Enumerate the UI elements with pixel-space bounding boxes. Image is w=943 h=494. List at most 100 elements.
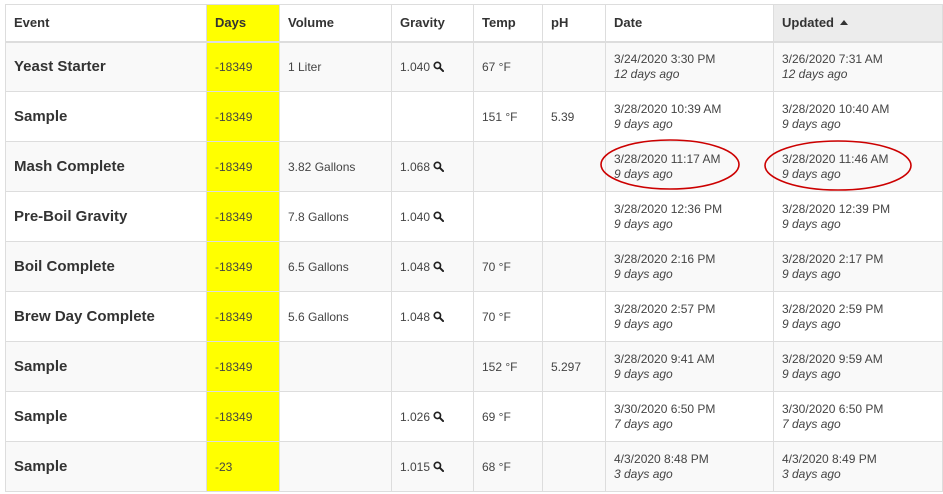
volume-value: 7.8 Gallons (288, 209, 349, 224)
gravity-value: 1.048 (400, 259, 431, 274)
volume-cell: 1 Liter (279, 41, 392, 92)
temp-cell: 68 °F (473, 441, 543, 492)
updated-value: 3/30/2020 6:50 PM (782, 401, 884, 416)
ph-cell (542, 391, 606, 442)
column-header-days[interactable]: Days (206, 4, 280, 43)
volume-cell (279, 91, 392, 142)
table-row[interactable]: Mash Complete -18349 3.82 Gallons 1.068 … (5, 141, 943, 192)
updated-relative: 9 days ago (782, 216, 841, 231)
event-cell: Sample (5, 391, 207, 442)
gravity-cell (391, 341, 474, 392)
search-icon[interactable] (433, 411, 445, 422)
updated-value: 3/28/2020 11:46 AM (782, 151, 889, 166)
date-value: 3/28/2020 12:36 PM (614, 201, 723, 216)
gravity-value: 1.040 (400, 59, 431, 74)
gravity-cell (391, 91, 474, 142)
search-icon[interactable] (433, 461, 445, 472)
days-cell: -18349 (206, 341, 280, 392)
days-cell: -18349 (206, 241, 280, 292)
updated-relative: 3 days ago (782, 466, 841, 481)
date-relative: 12 days ago (614, 66, 680, 81)
table-body: Yeast Starter -18349 1 Liter 1.040 67 °F… (5, 41, 943, 492)
ph-cell (542, 141, 606, 192)
gravity-cell: 1.040 (391, 41, 474, 92)
days-cell: -18349 (206, 391, 280, 442)
column-header-volume[interactable]: Volume (279, 4, 392, 43)
volume-cell (279, 441, 392, 492)
days-value: -18349 (215, 259, 253, 274)
table-row[interactable]: Sample -18349 1.026 69 °F 3/30/2020 6:50… (5, 391, 943, 442)
table-row[interactable]: Yeast Starter -18349 1 Liter 1.040 67 °F… (5, 41, 943, 92)
date-value: 3/28/2020 9:41 AM (614, 351, 715, 366)
search-icon[interactable] (433, 311, 445, 322)
column-header-date[interactable]: Date (605, 4, 774, 43)
days-value: -18349 (215, 359, 253, 374)
column-header-updated[interactable]: Updated (773, 4, 943, 43)
days-cell: -18349 (206, 41, 280, 92)
temp-value: 151 °F (482, 109, 518, 124)
event-name: Mash Complete (14, 158, 125, 175)
updated-cell: 3/28/2020 12:39 PM 9 days ago (773, 191, 943, 242)
table-row[interactable]: Brew Day Complete -18349 5.6 Gallons 1.0… (5, 291, 943, 342)
updated-cell: 3/26/2020 7:31 AM 12 days ago (773, 41, 943, 92)
date-relative: 3 days ago (614, 466, 673, 481)
ph-cell (542, 41, 606, 92)
temp-value: 70 °F (482, 259, 511, 274)
temp-value: 70 °F (482, 309, 511, 324)
table-header-row: Event Days Volume Gravity Temp pH Date U… (5, 4, 943, 43)
days-cell: -18349 (206, 291, 280, 342)
updated-value: 3/28/2020 2:59 PM (782, 301, 884, 316)
table-row[interactable]: Boil Complete -18349 6.5 Gallons 1.048 7… (5, 241, 943, 292)
gravity-cell: 1.068 (391, 141, 474, 192)
updated-cell: 3/28/2020 10:40 AM 9 days ago (773, 91, 943, 142)
temp-cell (473, 141, 543, 192)
table-row[interactable]: Sample -18349 151 °F 5.39 3/28/2020 10:3… (5, 91, 943, 142)
event-name: Boil Complete (14, 258, 115, 275)
updated-value: 3/26/2020 7:31 AM (782, 51, 883, 66)
search-icon[interactable] (433, 211, 445, 222)
column-header-temp[interactable]: Temp (473, 4, 543, 43)
event-cell: Brew Day Complete (5, 291, 207, 342)
table-row[interactable]: Pre-Boil Gravity -18349 7.8 Gallons 1.04… (5, 191, 943, 242)
date-value: 3/28/2020 10:39 AM (614, 101, 722, 116)
event-name: Sample (14, 458, 68, 475)
updated-value: 3/28/2020 9:59 AM (782, 351, 883, 366)
temp-cell: 67 °F (473, 41, 543, 92)
gravity-group: 1.048 (400, 310, 445, 324)
search-icon[interactable] (433, 261, 445, 272)
gravity-value: 1.068 (400, 159, 431, 174)
brew-log-table: Event Days Volume Gravity Temp pH Date U… (5, 4, 943, 492)
event-name: Sample (14, 108, 68, 125)
updated-cell: 3/28/2020 9:59 AM 9 days ago (773, 341, 943, 392)
table-row[interactable]: Sample -23 1.015 68 °F 4/3/2020 8:48 PM … (5, 441, 943, 492)
temp-cell: 70 °F (473, 291, 543, 342)
column-header-gravity[interactable]: Gravity (391, 4, 474, 43)
updated-relative: 7 days ago (782, 416, 841, 431)
ph-cell: 5.39 (542, 91, 606, 142)
gravity-value: 1.040 (400, 209, 431, 224)
search-icon[interactable] (433, 161, 445, 172)
ph-cell (542, 291, 606, 342)
ph-value: 5.39 (551, 109, 575, 124)
column-header-label: Gravity (400, 15, 445, 31)
updated-relative: 12 days ago (782, 66, 848, 81)
days-value: -18349 (215, 409, 253, 424)
updated-cell: 3/28/2020 11:46 AM 9 days ago (773, 141, 943, 192)
date-relative: 9 days ago (614, 216, 673, 231)
table-row[interactable]: Sample -18349 152 °F 5.297 3/28/2020 9:4… (5, 341, 943, 392)
temp-value: 67 °F (482, 59, 511, 74)
ph-cell (542, 241, 606, 292)
ph-value: 5.297 (551, 359, 582, 374)
date-value: 4/3/2020 8:48 PM (614, 451, 709, 466)
column-header-event[interactable]: Event (5, 4, 207, 43)
gravity-group: 1.015 (400, 460, 445, 474)
volume-cell: 6.5 Gallons (279, 241, 392, 292)
event-name: Yeast Starter (14, 58, 106, 76)
date-cell: 3/28/2020 10:39 AM 9 days ago (605, 91, 774, 142)
search-icon[interactable] (433, 61, 445, 73)
column-header-ph[interactable]: pH (542, 4, 606, 43)
column-header-label: Days (215, 15, 247, 31)
date-relative: 7 days ago (614, 416, 673, 431)
days-cell: -23 (206, 441, 280, 492)
gravity-value: 1.026 (400, 409, 431, 424)
